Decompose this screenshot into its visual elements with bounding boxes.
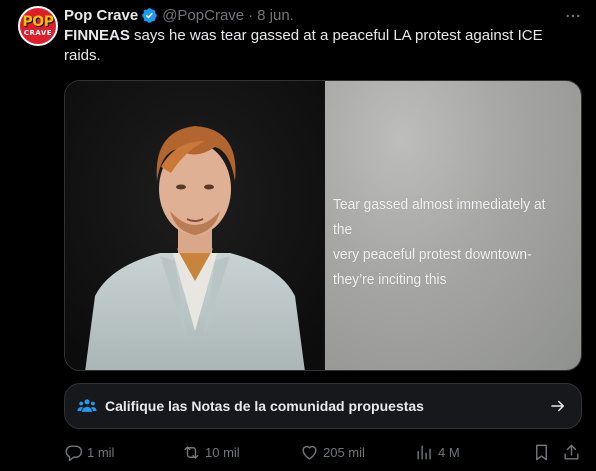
tweet-media[interactable]: Tear gassed almost immediately at the ve…	[64, 80, 582, 371]
like-count: 205 mil	[323, 444, 365, 460]
like-icon	[300, 443, 319, 462]
more-options-icon[interactable]	[563, 6, 583, 26]
tweet-date[interactable]: 8 jun.	[257, 7, 294, 24]
separator: ·	[248, 6, 254, 24]
reply-count: 1 mil	[87, 444, 115, 460]
avatar-text-top: POP	[22, 13, 54, 30]
tweet-text-rest: says he was tear gassed at a peaceful LA…	[64, 27, 543, 64]
reply-icon	[64, 443, 83, 462]
views-count: 4 M	[438, 444, 460, 460]
tweet-header: Pop Crave @PopCrave · 8 jun.	[64, 5, 294, 25]
portrait-photo[interactable]	[65, 81, 323, 370]
community-notes-icon	[77, 396, 97, 416]
like-button[interactable]: 205 mil	[300, 440, 365, 464]
arrow-right-icon	[549, 397, 567, 415]
repost-icon	[182, 443, 201, 462]
bookmark-button[interactable]	[532, 440, 555, 464]
tweet-text-bold: FINNEAS	[64, 27, 130, 44]
views-button[interactable]: 4 M	[415, 440, 460, 464]
reply-button[interactable]: 1 mil	[64, 440, 114, 464]
share-button[interactable]	[562, 440, 585, 464]
tweet-actions: 1 mil 10 mil 205 mil 4 M	[64, 440, 584, 464]
author-name[interactable]: Pop Crave	[64, 7, 138, 24]
avatar[interactable]: POP CRAVE	[18, 6, 58, 46]
tweet-text: FINNEAS says he was tear gassed at a pea…	[64, 26, 564, 66]
bookmark-icon	[532, 443, 551, 462]
screenshot-photo[interactable]: Tear gassed almost immediately at the ve…	[325, 81, 581, 370]
avatar-text-bottom: CRAVE	[23, 28, 53, 37]
photo-overlay-text: Tear gassed almost immediately at the ve…	[333, 192, 563, 292]
share-icon	[562, 443, 581, 462]
author-handle[interactable]: @PopCrave	[162, 7, 244, 24]
overlay-line: Tear gassed almost immediately at the	[333, 196, 546, 238]
repost-count: 10 mil	[205, 444, 240, 460]
views-icon	[415, 443, 434, 462]
overlay-line: very peaceful protest downtown-	[333, 246, 532, 263]
community-notes-label: Califique las Notas de la comunidad prop…	[105, 398, 424, 414]
repost-button[interactable]: 10 mil	[182, 440, 240, 464]
verified-badge-icon	[141, 7, 158, 24]
community-notes-button[interactable]: Califique las Notas de la comunidad prop…	[64, 383, 582, 429]
overlay-line: they’re inciting this	[333, 271, 447, 288]
